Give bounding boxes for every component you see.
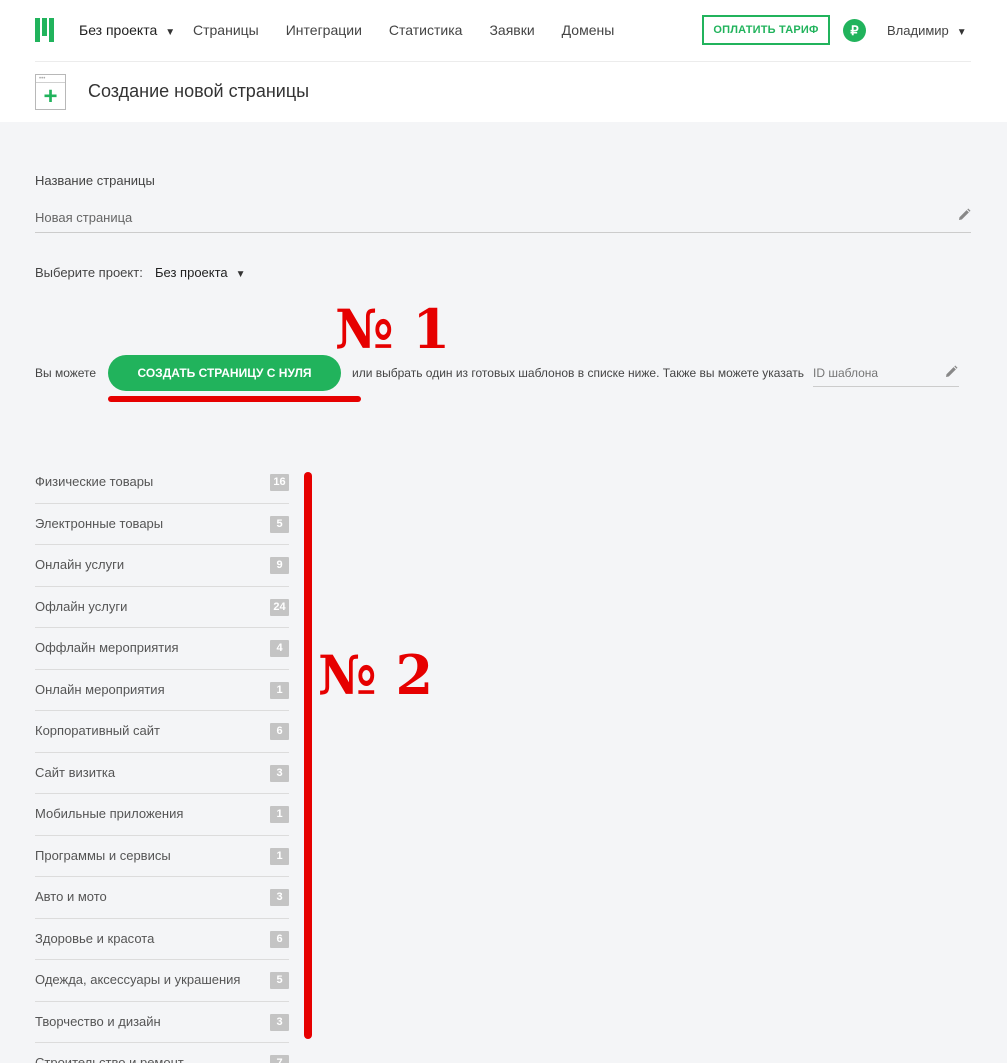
category-label: Офлайн услуги (35, 598, 128, 614)
category-item[interactable]: Авто и мото 3 (35, 877, 289, 919)
page-name-input[interactable] (35, 202, 971, 233)
page-name-label: Название страницы (35, 173, 155, 188)
nav-item-pages[interactable]: Страницы (193, 22, 259, 38)
category-item[interactable]: Творчество и дизайн 3 (35, 1002, 289, 1043)
category-label: Строительство и ремонт (35, 1055, 184, 1063)
project-select-label: Без проекта (79, 22, 158, 38)
category-item[interactable]: Строительство и ремонт 7 (35, 1043, 289, 1063)
category-count-badge: 4 (270, 640, 289, 657)
category-item[interactable]: Электронные товары 5 (35, 504, 289, 545)
category-item[interactable]: Одежда, аксессуары и украшения 5 (35, 960, 289, 1002)
top-bar: Без проекта ▼ Страницы Интеграции Статист… (0, 0, 1007, 122)
category-label: Оффлайн мероприятия (35, 640, 179, 655)
caret-down-icon: ▼ (165, 27, 176, 38)
category-count-badge: 1 (270, 806, 289, 823)
category-label: Сайт визитка (35, 764, 116, 780)
page-title: Создание новой страницы (88, 81, 310, 101)
category-count-badge: 7 (270, 1055, 289, 1063)
category-item[interactable]: Онлайн услуги 9 (35, 545, 289, 587)
category-label: Здоровье и красота (35, 930, 155, 946)
category-count-badge: 5 (270, 972, 289, 989)
user-name: Владимир (887, 23, 949, 38)
category-label: Корпоративный сайт (35, 723, 160, 738)
category-count-badge: 1 (270, 681, 289, 699)
category-label: Физические товары (35, 474, 154, 489)
category-label: Онлайн услуги (35, 557, 125, 572)
category-label: Мобильные приложения (35, 806, 184, 821)
category-count-badge: 3 (270, 764, 289, 782)
pencil-icon[interactable] (944, 365, 958, 379)
category-count-badge: 9 (270, 557, 289, 574)
category-item[interactable]: Офлайн услуги 24 (35, 587, 289, 628)
create-from-scratch-button[interactable]: СОЗДАТЬ СТРАНИЦУ С НУЛЯ (108, 355, 341, 391)
user-menu[interactable]: Владимир ▼ (887, 23, 967, 38)
category-label: Одежда, аксессуары и украшения (35, 972, 241, 987)
category-count-badge: 24 (270, 598, 289, 616)
project-choice-label: Выберите проект: (35, 265, 143, 280)
nav-item-integrations[interactable]: Интеграции (286, 22, 362, 38)
project-select[interactable]: Без проекта ▼ (79, 22, 175, 38)
category-count-badge: 5 (270, 515, 289, 533)
annotation-mark-1: № 1 (335, 297, 451, 361)
project-dropdown-value: Без проекта (155, 265, 228, 280)
category-item[interactable]: Программы и сервисы 1 (35, 836, 289, 877)
category-item[interactable]: Онлайн мероприятия 1 (35, 670, 289, 711)
template-id-input[interactable] (813, 359, 959, 387)
category-count-badge: 1 (270, 847, 289, 865)
page-header: ••• + Создание новой страницы (35, 62, 971, 122)
pay-tariff-button[interactable]: ОПЛАТИТЬ ТАРИФ (702, 15, 830, 45)
intro-text: Вы можете (35, 366, 97, 380)
category-item[interactable]: Мобильные приложения 1 (35, 794, 289, 836)
ruble-icon[interactable]: ₽ (843, 19, 866, 42)
category-list: Физические товары 16 Электронные товары 5 … (35, 462, 289, 1063)
logo-icon[interactable] (35, 18, 55, 42)
category-count-badge: 3 (270, 889, 289, 906)
category-label: Программы и сервисы (35, 847, 171, 863)
annotation-underline (108, 396, 361, 402)
top-navigation: Без проекта ▼ Страницы Интеграции Статист… (35, 0, 971, 62)
nav-item-requests[interactable]: Заявки (489, 22, 534, 38)
category-item[interactable]: Оффлайн мероприятия 4 (35, 628, 289, 670)
annotation-vertical-line (304, 472, 312, 1039)
category-count-badge: 16 (270, 474, 289, 491)
caret-down-icon: ▼ (956, 27, 967, 38)
main-nav: Страницы Интеграции Статистика Заявки До… (193, 22, 614, 38)
category-item[interactable]: Сайт визитка 3 (35, 753, 289, 794)
category-count-badge: 6 (270, 723, 289, 740)
pencil-icon[interactable] (957, 208, 971, 222)
category-item[interactable]: Физические товары 16 (35, 462, 289, 504)
caret-down-icon: ▼ (235, 269, 246, 280)
category-label: Электронные товары (35, 515, 164, 531)
annotation-mark-2: № 2 (318, 643, 434, 707)
nav-item-domains[interactable]: Домены (562, 22, 615, 38)
category-count-badge: 3 (270, 1013, 289, 1031)
template-hint-text: или выбрать один из готовых шаблонов в с… (352, 366, 805, 380)
category-count-badge: 6 (270, 930, 289, 948)
category-label: Авто и мото (35, 889, 107, 904)
category-label: Онлайн мероприятия (35, 681, 165, 697)
category-item[interactable]: Корпоративный сайт 6 (35, 711, 289, 753)
category-label: Творчество и дизайн (35, 1013, 161, 1029)
category-item[interactable]: Здоровье и красота 6 (35, 919, 289, 960)
project-dropdown[interactable]: Без проекта ▼ (155, 265, 246, 280)
nav-item-statistics[interactable]: Статистика (389, 22, 463, 38)
new-page-icon: ••• + (35, 74, 66, 110)
